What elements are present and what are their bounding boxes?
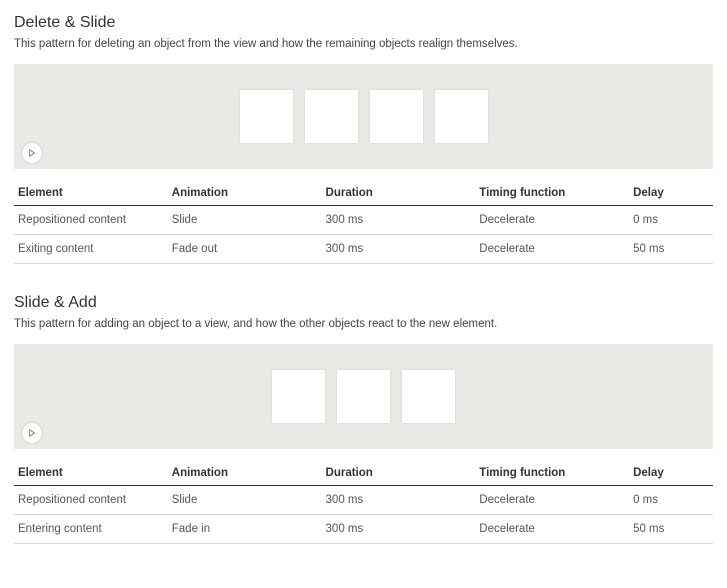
demo-box <box>337 370 390 423</box>
demo-box <box>402 370 455 423</box>
section-slide-add: Slide & Add This pattern for adding an o… <box>14 294 713 544</box>
animation-table: Element Animation Duration Timing functi… <box>14 181 713 264</box>
cell-delay: 50 ms <box>629 235 713 264</box>
header-animation: Animation <box>168 181 322 206</box>
cell-timing: Decelerate <box>475 515 629 544</box>
play-button[interactable] <box>22 143 42 163</box>
header-delay: Delay <box>629 181 713 206</box>
cell-timing: Decelerate <box>475 486 629 515</box>
header-element: Element <box>14 461 168 486</box>
table-header-row: Element Animation Duration Timing functi… <box>14 461 713 486</box>
animation-table: Element Animation Duration Timing functi… <box>14 461 713 544</box>
table-row: Repositioned content Slide 300 ms Decele… <box>14 206 713 235</box>
table-row: Entering content Fade in 300 ms Decelera… <box>14 515 713 544</box>
table-row: Exiting content Fade out 300 ms Decelera… <box>14 235 713 264</box>
header-animation: Animation <box>168 461 322 486</box>
demo-area <box>14 344 713 449</box>
cell-duration: 300 ms <box>322 206 476 235</box>
header-element: Element <box>14 181 168 206</box>
header-timing: Timing function <box>475 461 629 486</box>
play-icon <box>28 429 36 437</box>
table-header-row: Element Animation Duration Timing functi… <box>14 181 713 206</box>
section-description: This pattern for adding an object to a v… <box>14 318 713 330</box>
section-title: Slide & Add <box>14 294 713 312</box>
cell-timing: Decelerate <box>475 235 629 264</box>
section-title: Delete & Slide <box>14 14 713 32</box>
header-timing: Timing function <box>475 181 629 206</box>
cell-animation: Slide <box>168 206 322 235</box>
section-delete-slide: Delete & Slide This pattern for deleting… <box>14 14 713 264</box>
header-delay: Delay <box>629 461 713 486</box>
cell-timing: Decelerate <box>475 206 629 235</box>
demo-box <box>435 90 488 143</box>
section-description: This pattern for deleting an object from… <box>14 38 713 50</box>
cell-animation: Fade in <box>168 515 322 544</box>
table-row: Repositioned content Slide 300 ms Decele… <box>14 486 713 515</box>
demo-box <box>305 90 358 143</box>
demo-box <box>272 370 325 423</box>
cell-duration: 300 ms <box>322 515 476 544</box>
cell-element: Repositioned content <box>14 206 168 235</box>
cell-animation: Fade out <box>168 235 322 264</box>
play-button[interactable] <box>22 423 42 443</box>
cell-element: Entering content <box>14 515 168 544</box>
cell-element: Exiting content <box>14 235 168 264</box>
cell-delay: 50 ms <box>629 515 713 544</box>
cell-duration: 300 ms <box>322 486 476 515</box>
cell-delay: 0 ms <box>629 486 713 515</box>
demo-area <box>14 64 713 169</box>
cell-animation: Slide <box>168 486 322 515</box>
play-icon <box>28 149 36 157</box>
cell-element: Repositioned content <box>14 486 168 515</box>
demo-box <box>240 90 293 143</box>
demo-box <box>370 90 423 143</box>
cell-delay: 0 ms <box>629 206 713 235</box>
header-duration: Duration <box>322 461 476 486</box>
cell-duration: 300 ms <box>322 235 476 264</box>
header-duration: Duration <box>322 181 476 206</box>
